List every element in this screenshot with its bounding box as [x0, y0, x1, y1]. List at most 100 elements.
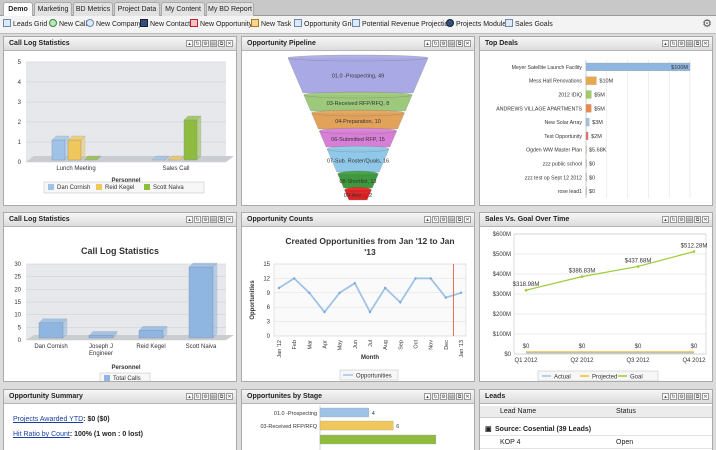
- gear-icon[interactable]: ⚙: [702, 19, 712, 30]
- lead-name-cell: KOP 4: [500, 439, 521, 446]
- popout-icon[interactable]: ⧉: [456, 393, 463, 400]
- collapse-icon[interactable]: ▴: [424, 40, 431, 47]
- popout-icon[interactable]: ⧉: [694, 393, 701, 400]
- data-point: [338, 291, 341, 294]
- close-icon[interactable]: ✕: [464, 216, 471, 223]
- close-icon[interactable]: ✕: [702, 393, 709, 400]
- legend-swatch: [96, 184, 102, 190]
- export-icon[interactable]: ▤: [686, 40, 693, 47]
- refresh-icon[interactable]: ↻: [432, 393, 439, 400]
- data-point: [308, 291, 311, 294]
- tab-project-data[interactable]: Project Data: [114, 2, 160, 16]
- funnel-label: 07-Sub. Roster/Quals, 16: [327, 159, 389, 165]
- close-icon[interactable]: ✕: [702, 216, 709, 223]
- export-icon[interactable]: ▤: [210, 393, 217, 400]
- collapse-icon[interactable]: ▴: [424, 216, 431, 223]
- data-label: $3M: [592, 120, 603, 126]
- refresh-icon[interactable]: ↻: [670, 393, 677, 400]
- potential-revenue-projection-button[interactable]: Potential Revenue Projection: [352, 19, 452, 31]
- column-header-status[interactable]: Status: [616, 406, 636, 418]
- export-icon[interactable]: ▤: [210, 216, 217, 223]
- bar: [585, 76, 597, 85]
- legend-label: Scott Naiva: [153, 185, 184, 191]
- expand-icon[interactable]: ▣: [485, 424, 492, 436]
- opportunity-grid-button[interactable]: Opportunity Grid: [294, 19, 355, 31]
- tab-my-content[interactable]: My Content: [161, 2, 205, 16]
- collapse-icon[interactable]: ▴: [186, 216, 193, 223]
- sales-goals-button[interactable]: Sales Goals: [505, 19, 553, 31]
- new-opportunity-button[interactable]: New Opportunity: [190, 19, 252, 31]
- data-point: [353, 282, 357, 285]
- y-tick-label: 12: [263, 276, 270, 282]
- popout-icon[interactable]: ⧉: [694, 40, 701, 47]
- y-tick-label: 20: [14, 287, 21, 293]
- contact-icon: [140, 19, 148, 27]
- call-log-bar-chart: 012345Lunch Meeting Sales CallPersonnelDa…: [18, 60, 234, 194]
- collapse-icon[interactable]: ▴: [662, 40, 669, 47]
- leads-table-header: Lead Name Status: [480, 406, 712, 418]
- collapse-icon[interactable]: ▴: [186, 40, 193, 47]
- refresh-icon[interactable]: ↻: [670, 40, 677, 47]
- y-axis-title: Opportunities: [250, 280, 256, 320]
- table-row[interactable]: KOP 4 Open: [480, 437, 712, 449]
- new-task-button[interactable]: New Task: [251, 19, 291, 31]
- popout-icon[interactable]: ⧉: [218, 40, 225, 47]
- settings-icon[interactable]: ⚙: [440, 40, 447, 47]
- column-header-lead-name[interactable]: Lead Name: [500, 406, 536, 418]
- tab-demo[interactable]: Demo: [3, 2, 33, 16]
- settings-icon[interactable]: ⚙: [440, 216, 447, 223]
- y-tick-label: 3: [267, 320, 271, 326]
- popout-icon[interactable]: ⧉: [218, 216, 225, 223]
- projects-module-button[interactable]: Projects Module: [446, 19, 506, 31]
- collapse-icon[interactable]: ▴: [186, 393, 193, 400]
- settings-icon[interactable]: ⚙: [202, 393, 209, 400]
- close-icon[interactable]: ✕: [464, 393, 471, 400]
- close-icon[interactable]: ✕: [702, 40, 709, 47]
- refresh-icon[interactable]: ↻: [432, 40, 439, 47]
- close-icon[interactable]: ✕: [226, 40, 233, 47]
- new-call-button[interactable]: New Call: [49, 19, 87, 31]
- data-label: $5M: [594, 106, 605, 112]
- new-company-button[interactable]: New Company: [86, 19, 142, 31]
- popout-icon[interactable]: ⧉: [456, 216, 463, 223]
- popout-icon[interactable]: ⧉: [694, 216, 701, 223]
- collapse-icon[interactable]: ▴: [424, 393, 431, 400]
- export-icon[interactable]: ▤: [448, 216, 455, 223]
- refresh-icon[interactable]: ↻: [670, 216, 677, 223]
- refresh-icon[interactable]: ↻: [432, 216, 439, 223]
- new-contact-button[interactable]: New Contact: [140, 19, 190, 31]
- leads-group-row[interactable]: ▣ Source: Cosential (39 Leads): [480, 424, 712, 436]
- legend-swatch: [104, 375, 110, 381]
- leads-grid-button[interactable]: Leads Grid: [3, 19, 47, 31]
- y-tick-label: 3: [18, 100, 22, 106]
- popout-icon[interactable]: ⧉: [218, 393, 225, 400]
- close-icon[interactable]: ✕: [226, 216, 233, 223]
- close-icon[interactable]: ✕: [464, 40, 471, 47]
- tab-marketing[interactable]: Marketing: [34, 2, 72, 16]
- sales-vs-goal-line-chart: $0 $100M $200M $300M $400M $500M $600M Q1 2012 Q…: [493, 232, 707, 381]
- collapse-icon[interactable]: ▴: [662, 216, 669, 223]
- export-icon[interactable]: ▤: [210, 40, 217, 47]
- settings-icon[interactable]: ⚙: [440, 393, 447, 400]
- settings-icon[interactable]: ⚙: [678, 216, 685, 223]
- legend-label: Actual: [554, 375, 571, 381]
- export-icon[interactable]: ▤: [686, 393, 693, 400]
- close-icon[interactable]: ✕: [226, 393, 233, 400]
- popout-icon[interactable]: ⧉: [456, 40, 463, 47]
- export-icon[interactable]: ▤: [448, 393, 455, 400]
- refresh-icon[interactable]: ↻: [194, 40, 201, 47]
- collapse-icon[interactable]: ▴: [662, 393, 669, 400]
- tab-bd-metrics[interactable]: BD Metrics: [73, 2, 113, 16]
- settings-icon[interactable]: ⚙: [202, 216, 209, 223]
- refresh-icon[interactable]: ↻: [194, 393, 201, 400]
- hit-ratio-link[interactable]: Hit Ratio by Count: [13, 431, 70, 438]
- tab-my-bd-report[interactable]: My BD Report: [206, 2, 254, 16]
- refresh-icon[interactable]: ↻: [194, 216, 201, 223]
- export-icon[interactable]: ▤: [686, 216, 693, 223]
- export-icon[interactable]: ▤: [448, 40, 455, 47]
- settings-icon[interactable]: ⚙: [202, 40, 209, 47]
- settings-icon[interactable]: ⚙: [678, 393, 685, 400]
- data-point: [524, 288, 528, 292]
- settings-icon[interactable]: ⚙: [678, 40, 685, 47]
- projects-awarded-link[interactable]: Projects Awarded YTD: [13, 416, 83, 423]
